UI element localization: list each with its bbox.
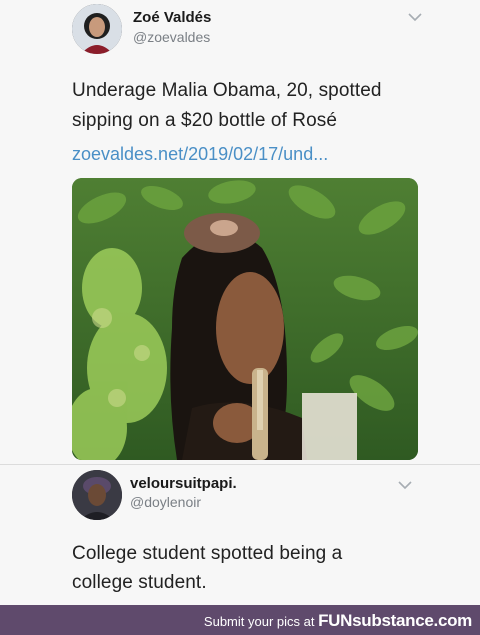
reply-text-line-1: College student spotted being a (72, 543, 343, 564)
chevron-down-icon[interactable] (396, 478, 414, 492)
photo-illustration (72, 178, 418, 460)
person-avatar-icon (72, 470, 122, 520)
reply-author-handle[interactable]: @doylenoir (130, 494, 201, 510)
tweet-text-line-1: Underage Malia Obama, 20, spotted (72, 80, 382, 101)
tweet-link[interactable]: zoevaldes.net/2019/02/17/und... (72, 144, 328, 165)
watermark-prefix: Submit your pics at (203, 614, 315, 629)
watermark-bar: Submit your pics at FUNsubstance.com (0, 605, 480, 635)
watermark-text: Submit your pics at FUNsubstance.com (204, 611, 472, 631)
author-handle[interactable]: @zoevaldes (133, 29, 210, 45)
watermark-brand[interactable]: FUNsubstance.com (318, 611, 472, 630)
person-avatar-icon (72, 4, 122, 54)
tweet-reply: veloursuitpapi. @doylenoir College stude… (0, 465, 480, 605)
reply-author-avatar[interactable] (72, 470, 122, 520)
reply-author-name[interactable]: veloursuitpapi. (130, 475, 237, 492)
tweet-text-line-2: sipping on a $20 bottle of Rosé (72, 110, 338, 131)
tweet-original: Zoé Valdés @zoevaldes Underage Malia Oba… (0, 0, 480, 470)
chevron-down-icon[interactable] (406, 10, 424, 24)
author-avatar[interactable] (72, 4, 122, 54)
reply-text-line-2: college student. (72, 572, 207, 593)
tweet-photo[interactable] (72, 178, 418, 460)
author-name[interactable]: Zoé Valdés (133, 9, 211, 26)
